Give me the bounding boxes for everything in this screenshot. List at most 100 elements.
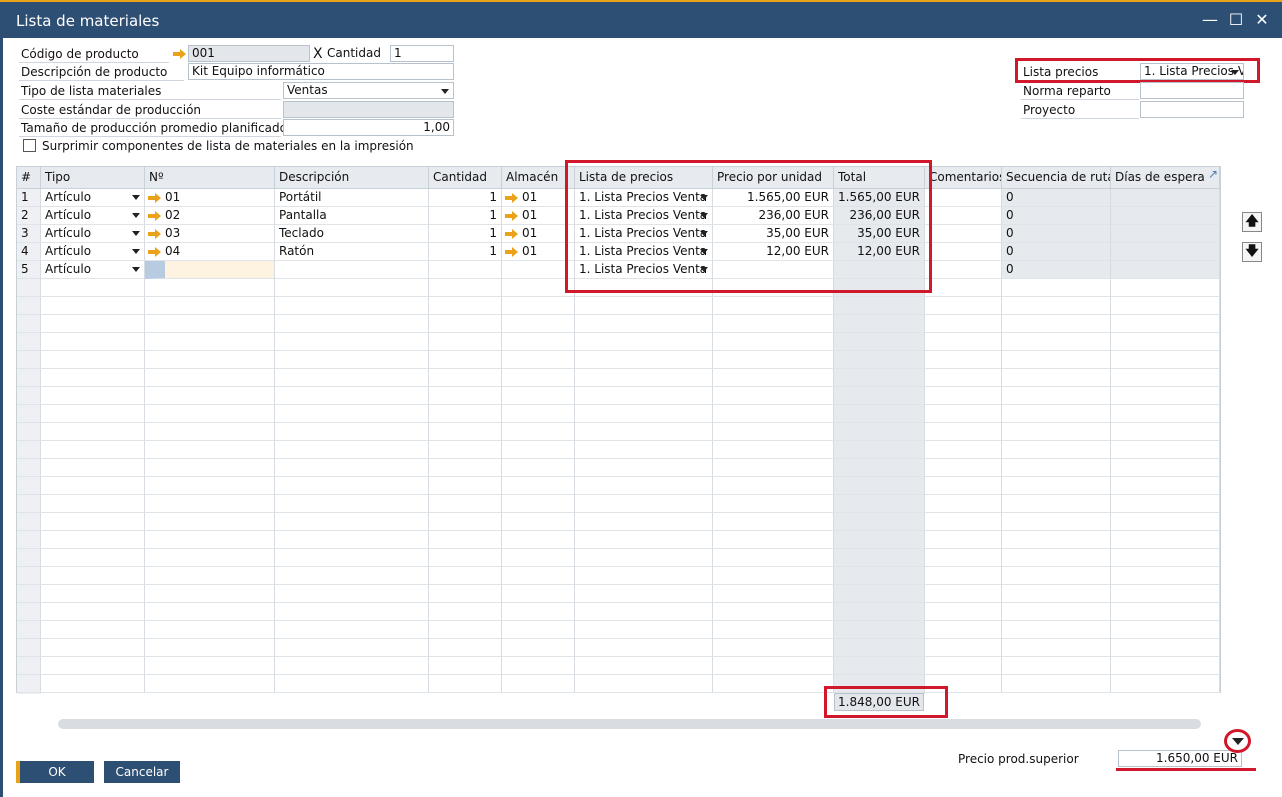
link-arrow-icon[interactable] [148,229,162,239]
table-cell-total[interactable] [834,495,925,513]
table-cell-total[interactable] [834,549,925,567]
table-cell-seq[interactable] [1002,459,1111,477]
table-cell-com[interactable] [925,225,1002,243]
table-cell-desc[interactable] [275,459,429,477]
table-cell-price[interactable] [713,495,834,513]
parent-price-field[interactable]: 1.650,00 EUR [1118,750,1242,767]
column-header[interactable]: Secuencia de ruta [1002,167,1111,189]
table-cell-desc[interactable] [275,369,429,387]
table-cell-desc[interactable] [275,423,429,441]
dropdown-caret-icon[interactable] [132,195,140,200]
table-cell-seq[interactable] [1002,315,1111,333]
table-cell-wait[interactable] [1111,621,1220,639]
table-cell-tipo[interactable] [41,531,145,549]
table-cell-tipo[interactable]: Artículo [41,189,145,207]
table-cell-wait[interactable] [1111,495,1220,513]
column-header[interactable]: Días de espera [1111,167,1220,189]
table-cell-com[interactable] [925,369,1002,387]
table-cell-wh[interactable] [502,351,575,369]
table-cell-desc[interactable] [275,279,429,297]
table-cell-com[interactable] [925,585,1002,603]
table-cell-price[interactable] [713,441,834,459]
table-cell-qty[interactable] [429,603,502,621]
table-cell-tipo[interactable] [41,621,145,639]
table-cell-qty[interactable] [429,621,502,639]
table-cell-tipo[interactable] [41,459,145,477]
table-cell-no[interactable] [145,441,275,459]
table-cell-wh[interactable] [502,621,575,639]
table-cell-wh[interactable] [502,603,575,621]
table-cell-price[interactable] [713,549,834,567]
table-cell-pl[interactable] [575,675,713,693]
table-cell-wait[interactable] [1111,333,1220,351]
table-cell-wh[interactable] [502,639,575,657]
table-cell-desc[interactable] [275,513,429,531]
table-cell-seq[interactable] [1002,297,1111,315]
table-cell-seq[interactable]: 0 [1002,243,1111,261]
expand-table-icon[interactable]: ↗ [1208,167,1222,181]
column-header[interactable]: # [17,167,41,189]
table-cell-num[interactable] [17,459,41,477]
distribution-field[interactable] [1140,82,1244,99]
table-cell-tipo[interactable]: Artículo [41,243,145,261]
table-cell-seq[interactable] [1002,405,1111,423]
table-cell-tipo[interactable] [41,567,145,585]
table-cell-price[interactable] [713,621,834,639]
column-header[interactable]: Comentarios [925,167,1002,189]
link-arrow-icon[interactable] [148,247,162,257]
table-cell-total[interactable] [834,621,925,639]
table-cell-tipo[interactable]: Artículo [41,261,145,279]
table-cell-wh[interactable] [502,297,575,315]
table-cell-pl[interactable] [575,315,713,333]
table-cell-seq[interactable] [1002,495,1111,513]
table-cell-wh[interactable] [502,333,575,351]
table-cell-total[interactable] [834,585,925,603]
table-cell-total[interactable] [834,513,925,531]
table-cell-qty[interactable] [429,279,502,297]
table-cell-qty[interactable] [429,477,502,495]
table-cell-com[interactable] [925,261,1002,279]
table-cell-num[interactable]: 2 [17,207,41,225]
table-cell-pl[interactable] [575,657,713,675]
table-cell-com[interactable] [925,243,1002,261]
table-cell-wh[interactable] [502,387,575,405]
table-cell-desc[interactable] [275,477,429,495]
table-cell-tipo[interactable] [41,315,145,333]
table-cell-qty[interactable] [429,675,502,693]
table-cell-seq[interactable]: 0 [1002,261,1111,279]
table-cell-wh[interactable] [502,531,575,549]
table-cell-com[interactable] [925,387,1002,405]
table-cell-pl[interactable] [575,585,713,603]
table-cell-seq[interactable] [1002,621,1111,639]
table-cell-com[interactable] [925,423,1002,441]
move-down-icon[interactable]: 🡇 [1242,242,1262,262]
table-cell-wait[interactable] [1111,225,1220,243]
table-cell-com[interactable] [925,279,1002,297]
table-cell-pl[interactable] [575,333,713,351]
table-cell-tipo[interactable] [41,405,145,423]
table-cell-tipo[interactable]: Artículo [41,207,145,225]
table-cell-seq[interactable] [1002,585,1111,603]
table-cell-wait[interactable] [1111,459,1220,477]
table-cell-pl[interactable] [575,567,713,585]
cancel-button[interactable]: Cancelar [104,761,180,783]
minimize-icon[interactable]: — [1198,8,1222,32]
table-cell-price[interactable] [713,567,834,585]
column-header[interactable]: Cantidad [429,167,502,189]
table-cell-com[interactable] [925,441,1002,459]
table-cell-pl[interactable] [575,603,713,621]
column-header[interactable]: Nº [145,167,275,189]
table-cell-wait[interactable] [1111,297,1220,315]
table-cell-total[interactable] [834,603,925,621]
table-cell-tipo[interactable] [41,351,145,369]
table-cell-desc[interactable]: Portátil [275,189,429,207]
table-cell-no[interactable] [145,459,275,477]
table-cell-seq[interactable] [1002,531,1111,549]
table-cell-num[interactable] [17,351,41,369]
table-cell-no[interactable]: 02 [145,207,275,225]
table-cell-wait[interactable] [1111,441,1220,459]
table-cell-seq[interactable]: 0 [1002,207,1111,225]
table-cell-qty[interactable] [429,261,502,279]
table-cell-total[interactable] [834,369,925,387]
table-cell-wait[interactable] [1111,477,1220,495]
